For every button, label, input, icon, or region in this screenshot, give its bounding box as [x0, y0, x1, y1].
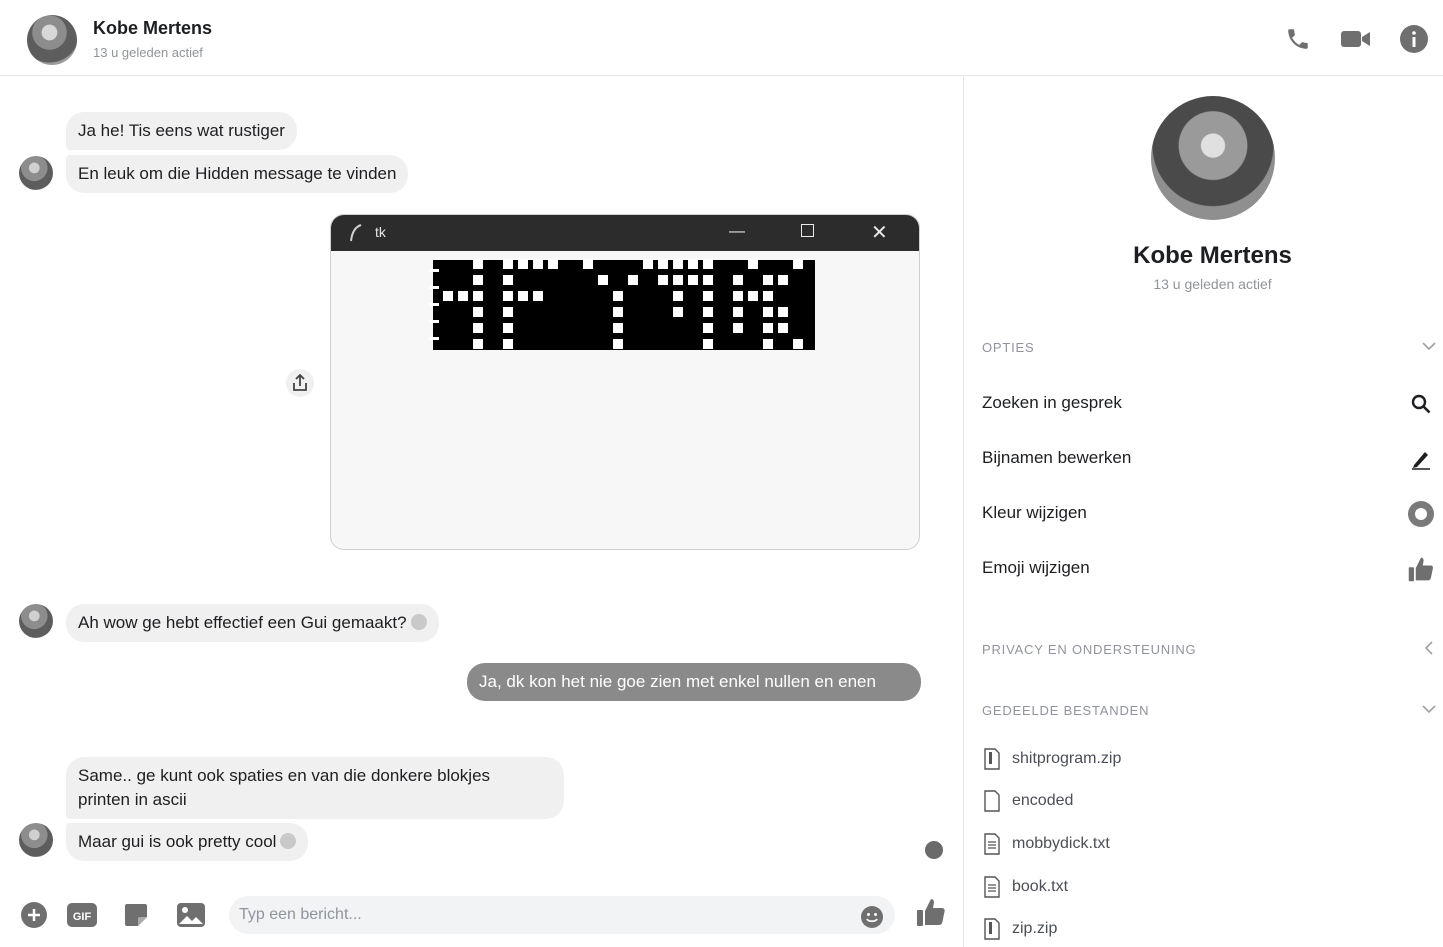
emoji-icon[interactable] [859, 904, 885, 930]
profile-status: 13 u geleden actief [1153, 276, 1272, 292]
option-label: Kleur wijzigen [982, 503, 1087, 522]
smiley-icon [280, 833, 297, 849]
sender-avatar[interactable] [19, 156, 53, 190]
profile-avatar[interactable] [1151, 96, 1275, 220]
message-bubble[interactable]: Ah wow ge hebt effectief een Gui gemaakt… [66, 604, 439, 642]
message-bubble[interactable]: Same.. ge kunt ook spaties en van die do… [66, 757, 564, 819]
pixel-grid-canvas [429, 259, 815, 350]
options-section-header[interactable]: Opties [982, 340, 1437, 355]
add-icon[interactable] [17, 898, 51, 932]
pencil-icon [1406, 444, 1436, 474]
color-icon [1406, 499, 1436, 529]
sender-avatar[interactable] [19, 604, 53, 638]
header-actions [1281, 22, 1431, 56]
gif-label: GIF [73, 911, 92, 923]
message-input[interactable] [229, 896, 895, 934]
option-search-conversation[interactable]: Zoeken in gesprek [982, 384, 1440, 424]
privacy-header-label: Privacy en ondersteuning [982, 642, 1197, 657]
files-section-header[interactable]: Gedeelde bestanden [982, 703, 1437, 718]
message-bubble[interactable]: En leuk om die Hidden message te vinden [66, 155, 409, 193]
message-text: Ah wow ge hebt effectief een Gui gemaakt… [78, 613, 407, 632]
minimize-icon: — [729, 223, 745, 240]
option-label: Bijnamen bewerken [982, 448, 1132, 467]
like-icon[interactable] [914, 895, 948, 929]
message-thread[interactable]: Ja he! Tis eens wat rustiger En leuk om … [0, 77, 963, 885]
message-bubble[interactable]: Ja he! Tis eens wat rustiger [66, 112, 297, 150]
conversation-header: Kobe Mertens 13 u geleden actief [0, 0, 1443, 76]
file-name: mobbydick.txt [1012, 835, 1110, 852]
chevron-down-icon [1422, 342, 1436, 351]
shared-image[interactable]: tk — ✕ [330, 214, 920, 550]
contact-name[interactable]: Kobe Mertens [93, 18, 212, 39]
file-icon [984, 790, 1000, 812]
option-change-color[interactable]: Kleur wijzigen [982, 494, 1440, 534]
message-text-line: printen in ascii [78, 790, 187, 809]
search-icon [1406, 389, 1436, 419]
files-header-label: Gedeelde bestanden [982, 703, 1150, 718]
contact-status: 13 u geleden actief [93, 45, 203, 60]
message-text-line: Same.. ge kunt ook spaties en van die do… [78, 766, 491, 785]
share-icon[interactable] [286, 369, 314, 397]
chevron-down-icon [1422, 705, 1436, 714]
text-file-icon [984, 833, 1000, 855]
message-bubble-outgoing[interactable]: Ja, dk kon het nie goe zien met enkel nu… [467, 663, 921, 701]
contact-avatar[interactable] [27, 15, 77, 65]
conversation-details-panel: Kobe Mertens 13 u geleden actief Opties … [963, 77, 1443, 947]
file-name: zip.zip [1012, 920, 1058, 937]
sticker-icon[interactable] [119, 898, 153, 932]
privacy-section-header[interactable]: Privacy en ondersteuning [982, 641, 1437, 657]
read-receipt-avatar [925, 841, 943, 859]
option-change-emoji[interactable]: Emoji wijzigen [982, 549, 1440, 589]
video-icon[interactable] [1339, 22, 1373, 56]
message-text: Maar gui is ook pretty cool [78, 832, 277, 851]
smiley-icon [410, 614, 427, 630]
maximize-icon [801, 224, 814, 237]
info-icon[interactable] [1397, 22, 1431, 56]
file-name: encoded [1012, 792, 1074, 809]
options-header-label: Opties [982, 340, 1035, 355]
close-icon: ✕ [871, 222, 888, 244]
sender-avatar[interactable] [19, 823, 53, 857]
option-edit-nicknames[interactable]: Bijnamen bewerken [982, 439, 1440, 479]
profile-name: Kobe Mertens [1133, 242, 1292, 269]
option-label: Zoeken in gesprek [982, 393, 1122, 412]
text-file-icon [984, 876, 1000, 898]
feather-icon [350, 224, 362, 242]
tk-window-title: tk [375, 224, 386, 240]
gif-icon[interactable]: GIF [65, 898, 99, 932]
zip-file-icon [984, 918, 1000, 940]
image-icon[interactable] [174, 898, 208, 932]
phone-icon[interactable] [1281, 22, 1315, 56]
zip-file-icon [984, 748, 1000, 770]
file-name: book.txt [1012, 878, 1069, 895]
tk-titlebar: tk — ✕ [331, 215, 919, 251]
file-name: shitprogram.zip [1012, 750, 1122, 767]
message-bubble[interactable]: Maar gui is ook pretty cool [66, 823, 309, 861]
chevron-left-icon [1424, 641, 1433, 655]
option-label: Emoji wijzigen [982, 558, 1090, 577]
message-composer: GIF [0, 885, 963, 947]
thumbs-up-icon [1406, 554, 1436, 584]
